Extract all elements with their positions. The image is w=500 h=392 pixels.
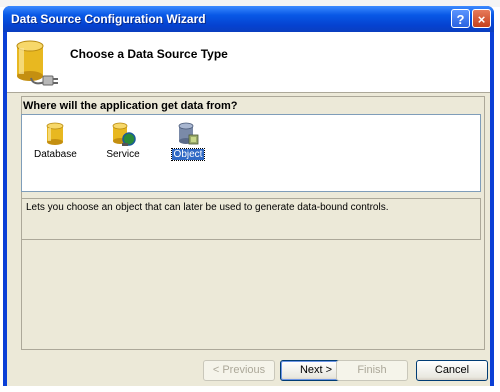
item-label: Database xyxy=(34,149,77,160)
page-title: Choose a Data Source Type xyxy=(70,47,228,61)
list-item-service[interactable]: Service xyxy=(102,121,144,160)
database-plug-icon xyxy=(16,40,58,86)
description-text: Lets you choose an object that can later… xyxy=(26,202,389,213)
question-label: Where will the application get data from… xyxy=(23,100,238,112)
finish-button[interactable]: Finish xyxy=(336,360,408,381)
item-label: Service xyxy=(106,149,140,160)
description-panel: Lets you choose an object that can later… xyxy=(21,198,481,240)
item-label: Object xyxy=(170,148,206,161)
data-source-type-list[interactable]: Database Service Object xyxy=(21,114,481,192)
object-icon xyxy=(178,122,199,145)
database-icon xyxy=(46,122,64,145)
window-title: Data Source Configuration Wizard xyxy=(11,12,206,26)
service-icon xyxy=(112,122,136,146)
previous-button[interactable]: < Previous xyxy=(203,360,275,381)
list-item-database[interactable]: Database xyxy=(32,121,78,160)
dialog-client: Choose a Data Source Type Where will the… xyxy=(7,32,490,386)
help-button[interactable]: ? xyxy=(451,9,470,28)
cancel-button[interactable]: Cancel xyxy=(416,360,488,381)
list-item-object[interactable]: Object xyxy=(168,121,208,161)
close-button[interactable]: × xyxy=(472,9,491,28)
title-bar[interactable]: Data Source Configuration Wizard ? × xyxy=(3,6,494,32)
wizard-header: Choose a Data Source Type xyxy=(7,32,490,93)
wizard-window: Data Source Configuration Wizard ? × Cho… xyxy=(3,6,494,386)
